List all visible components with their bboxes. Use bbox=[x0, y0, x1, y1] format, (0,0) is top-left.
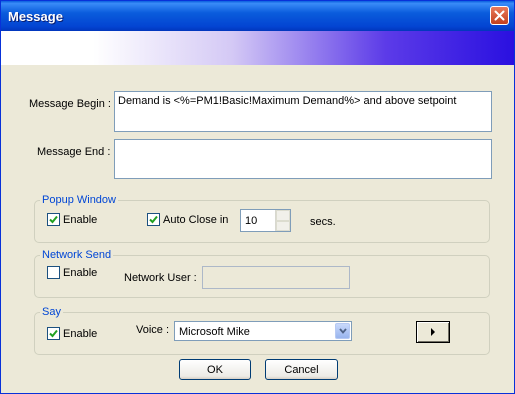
ok-button[interactable]: OK bbox=[179, 359, 251, 380]
spin-up-button[interactable] bbox=[276, 210, 290, 221]
network-user-label: Network User : bbox=[124, 272, 197, 284]
popup-enable-label: Enable bbox=[63, 214, 98, 226]
message-begin-label: Message Begin : bbox=[29, 98, 111, 110]
message-end-field[interactable] bbox=[114, 139, 492, 179]
say-title: Say bbox=[40, 306, 63, 318]
message-dialog: Message Message Begin : Demand is <%=PM1… bbox=[0, 0, 515, 394]
ok-label: OK bbox=[207, 364, 223, 376]
header-banner bbox=[1, 31, 514, 65]
seconds-value: 10 bbox=[245, 215, 258, 227]
message-begin-field[interactable]: Demand is <%=PM1!Basic!Maximum Demand%> … bbox=[114, 91, 492, 132]
cancel-label: Cancel bbox=[284, 364, 319, 376]
voice-select[interactable]: Microsoft Mike bbox=[174, 321, 352, 341]
network-user-field[interactable] bbox=[202, 266, 350, 289]
voice-label: Voice : bbox=[136, 324, 170, 336]
play-icon bbox=[431, 328, 435, 336]
auto-close-checkbox[interactable] bbox=[147, 213, 160, 226]
popup-enable-checkbox[interactable] bbox=[47, 213, 60, 226]
popup-window-title: Popup Window bbox=[40, 194, 118, 206]
message-end-label: Message End : bbox=[37, 146, 111, 158]
network-send-title: Network Send bbox=[40, 249, 114, 261]
seconds-spinner[interactable]: 10 bbox=[240, 209, 291, 232]
auto-close-label: Auto Close in bbox=[163, 214, 229, 226]
check-icon bbox=[149, 215, 158, 224]
voice-dropdown-button[interactable] bbox=[335, 323, 350, 339]
chevron-down-icon bbox=[339, 328, 347, 334]
title-bar[interactable]: Message bbox=[1, 1, 514, 31]
check-icon bbox=[49, 329, 58, 338]
seconds-unit-label: secs. bbox=[310, 216, 336, 228]
window-title: Message bbox=[8, 9, 63, 24]
spin-down-button[interactable] bbox=[276, 220, 290, 231]
play-button[interactable] bbox=[416, 321, 450, 343]
voice-value: Microsoft Mike bbox=[179, 326, 250, 338]
close-button[interactable] bbox=[490, 6, 509, 25]
say-enable-label: Enable bbox=[63, 328, 98, 340]
say-enable-checkbox[interactable] bbox=[47, 327, 60, 340]
spinner-buttons[interactable] bbox=[275, 210, 290, 231]
network-enable-label: Enable bbox=[63, 267, 98, 279]
check-icon bbox=[49, 215, 58, 224]
network-enable-checkbox[interactable] bbox=[47, 266, 60, 279]
cancel-button[interactable]: Cancel bbox=[265, 359, 338, 380]
close-icon bbox=[494, 10, 505, 21]
